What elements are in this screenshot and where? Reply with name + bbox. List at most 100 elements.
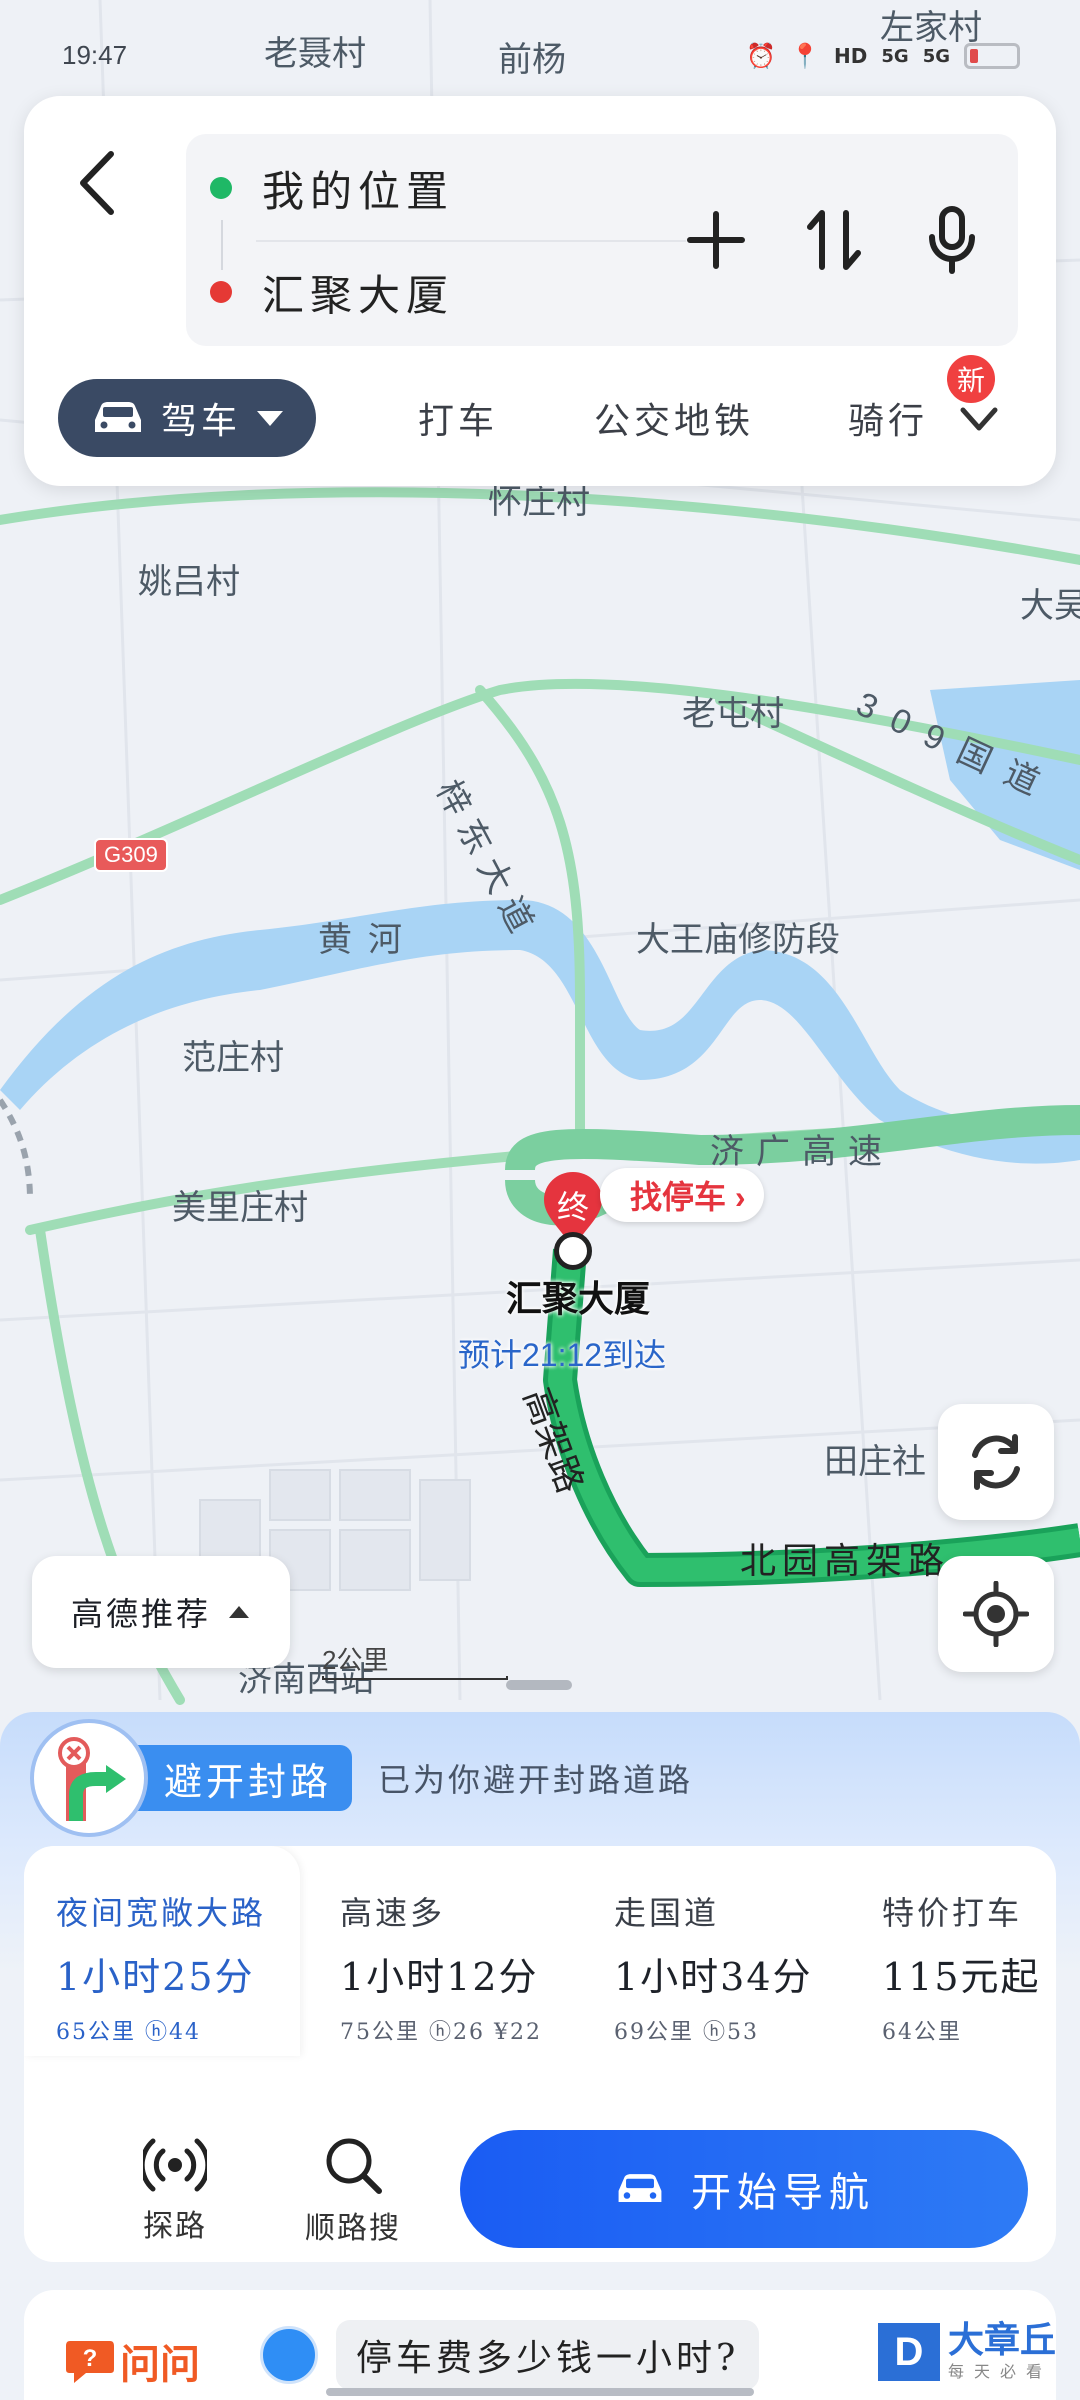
add-waypoint-button[interactable]	[684, 204, 748, 276]
route-meta: 64公里	[882, 2020, 962, 2045]
destination-label: 汇聚大厦	[506, 1278, 651, 1319]
along-route-search-label: 顺路搜	[305, 2211, 401, 2246]
search-icon	[326, 2138, 382, 2194]
recommend-toggle-button[interactable]: 高德推荐	[32, 1556, 290, 1668]
refresh-icon	[972, 1434, 1020, 1490]
map-label: 北园高架路	[740, 1540, 951, 1581]
map-label: 老屯村	[682, 695, 784, 733]
hd-icon: HD	[834, 44, 868, 68]
locate-me-button[interactable]	[938, 1556, 1054, 1672]
avoid-closure-icon	[30, 1719, 148, 1837]
route-options-card: 夜间宽敞大路 1小时25分 65公里 ⓗ44 高速多 1小时12分 75公里 ⓗ…	[24, 1846, 1056, 2262]
sheet-drag-handle[interactable]	[506, 1680, 572, 1690]
route-meta: 69公里 ⓗ53	[614, 2020, 759, 2045]
avoid-closure-banner[interactable]: 避开封路 已为你避开封路道路	[30, 1718, 693, 1838]
ask-logo-text: 问问	[120, 2343, 200, 2387]
map-label: 大吴	[1020, 587, 1080, 625]
chevron-left-icon	[80, 151, 114, 215]
status-bar: 19:47 ⏰ 📍 HD 5G 5G	[0, 30, 1080, 90]
map-label: 济广高速	[710, 1133, 894, 1171]
battery-icon	[964, 43, 1020, 69]
caret-up-icon	[229, 1606, 249, 1618]
route-name: 高速多	[340, 1894, 446, 1932]
ask-bar: ? 问问 停车费多少钱一小时? D 大章丘 每天必看	[24, 2290, 1056, 2400]
crosshair-icon	[963, 1581, 1029, 1647]
voice-input-button[interactable]	[920, 204, 984, 276]
destination-pin[interactable]: 终	[542, 1170, 604, 1270]
svg-text:?: ?	[83, 2345, 98, 2372]
tab-bike[interactable]: 骑行	[848, 392, 928, 444]
divider	[256, 240, 686, 242]
scale-bar	[322, 1676, 508, 1680]
broadcast-icon	[143, 2138, 207, 2192]
map-label: 范庄村	[182, 1039, 284, 1077]
caret-down-icon	[257, 411, 283, 426]
tab-drive-label: 驾车	[160, 401, 241, 442]
tab-drive[interactable]: 驾车	[58, 379, 316, 457]
swap-route-button[interactable]	[802, 204, 866, 276]
explore-label: 探路	[143, 2209, 207, 2244]
avoid-closure-text: 已为你避开封路道路	[378, 1761, 694, 1799]
route-meta: 75公里 ⓗ26 ¥22	[340, 2020, 542, 2045]
bottom-actions: 探路 顺路搜 开始导航	[24, 2126, 1056, 2256]
route-name: 夜间宽敞大路	[56, 1894, 267, 1932]
brand-name: 大章丘	[947, 2319, 1056, 2360]
destination-field[interactable]: 汇聚大厦	[210, 262, 454, 322]
eta-label: 预计21:12到达	[458, 1337, 667, 1373]
origin-field[interactable]: 我的位置	[210, 158, 454, 218]
recommend-label: 高德推荐	[70, 1595, 211, 1633]
travel-mode-tabs: 驾车 打车 公交地铁 骑行 新	[58, 352, 1038, 458]
route-time: 115元起	[882, 1955, 1041, 1999]
route-time: 1小时34分	[614, 1955, 813, 1999]
road-badge: G309	[94, 838, 168, 872]
destination-dot-icon	[210, 281, 232, 303]
explore-button[interactable]: 探路	[110, 2126, 240, 2256]
find-parking-button[interactable]: 找停车 ›	[600, 1168, 764, 1222]
question-bubble-icon: ?	[66, 2341, 114, 2383]
pin-base-icon	[554, 1232, 592, 1270]
route-meta: 65公里 ⓗ44	[56, 2020, 201, 2045]
ask-logo[interactable]: ? 问问	[64, 2332, 200, 2390]
back-button[interactable]	[62, 138, 132, 228]
route-option[interactable]: 高速多 1小时12分 75公里 ⓗ26 ¥22	[340, 1846, 590, 2056]
origin-dot-icon	[210, 177, 232, 199]
refresh-route-button[interactable]	[938, 1404, 1054, 1520]
detour-icon	[58, 1737, 126, 1821]
brand-logo: D	[877, 2323, 940, 2381]
brand-watermark: D 大章丘 每天必看	[877, 2319, 1056, 2382]
location-icon: 📍	[790, 42, 821, 70]
plus-icon	[687, 211, 745, 269]
car-icon	[94, 402, 141, 432]
suggested-question[interactable]: 停车费多少钱一小时?	[336, 2320, 760, 2390]
tab-taxi[interactable]: 打车	[418, 392, 498, 444]
route-search-card: 我的位置 汇聚大厦 驾车 打车 公交地铁 骑行 新	[24, 96, 1056, 486]
origin-text: 我的位置	[262, 166, 455, 216]
map-label: 姚吕村	[138, 563, 240, 601]
route-actions	[684, 204, 984, 276]
brand-tagline: 每天必看	[947, 2362, 1052, 2381]
avoid-closure-title: 避开封路	[128, 1745, 353, 1811]
signal-icon: 5G	[922, 45, 950, 67]
start-navigation-button[interactable]: 开始导航	[460, 2130, 1028, 2248]
map-label: 黄河	[318, 921, 418, 959]
pin-label: 终	[556, 1188, 589, 1226]
map-scale: 2公里	[322, 1645, 389, 1675]
assistant-avatar	[260, 2326, 318, 2384]
route-name: 特价打车	[882, 1894, 1023, 1932]
map-label: 大王庙修防段	[636, 921, 840, 959]
more-modes-button[interactable]: 新	[944, 352, 1002, 442]
status-icons: ⏰ 📍 HD 5G 5G	[746, 42, 1020, 70]
route-time: 1小时25分	[56, 1955, 255, 1999]
along-route-search-button[interactable]: 顺路搜	[288, 2126, 418, 2256]
route-option[interactable]: 走国道 1小时34分 69公里 ⓗ53	[614, 1846, 844, 2056]
route-option[interactable]: 特价打车 115元起 64公里	[882, 1846, 1052, 2056]
route-name: 走国道	[614, 1894, 720, 1932]
tab-transit[interactable]: 公交地铁	[594, 392, 754, 444]
destination-text: 汇聚大厦	[262, 270, 455, 320]
route-option[interactable]: 夜间宽敞大路 1小时25分 65公里 ⓗ44	[24, 1846, 300, 2056]
map-label: 田庄社	[824, 1443, 926, 1481]
home-indicator[interactable]	[326, 2388, 754, 2396]
status-time: 19:47	[62, 40, 128, 70]
swap-icon	[807, 210, 861, 270]
start-navigation-label: 开始导航	[691, 2170, 875, 2216]
